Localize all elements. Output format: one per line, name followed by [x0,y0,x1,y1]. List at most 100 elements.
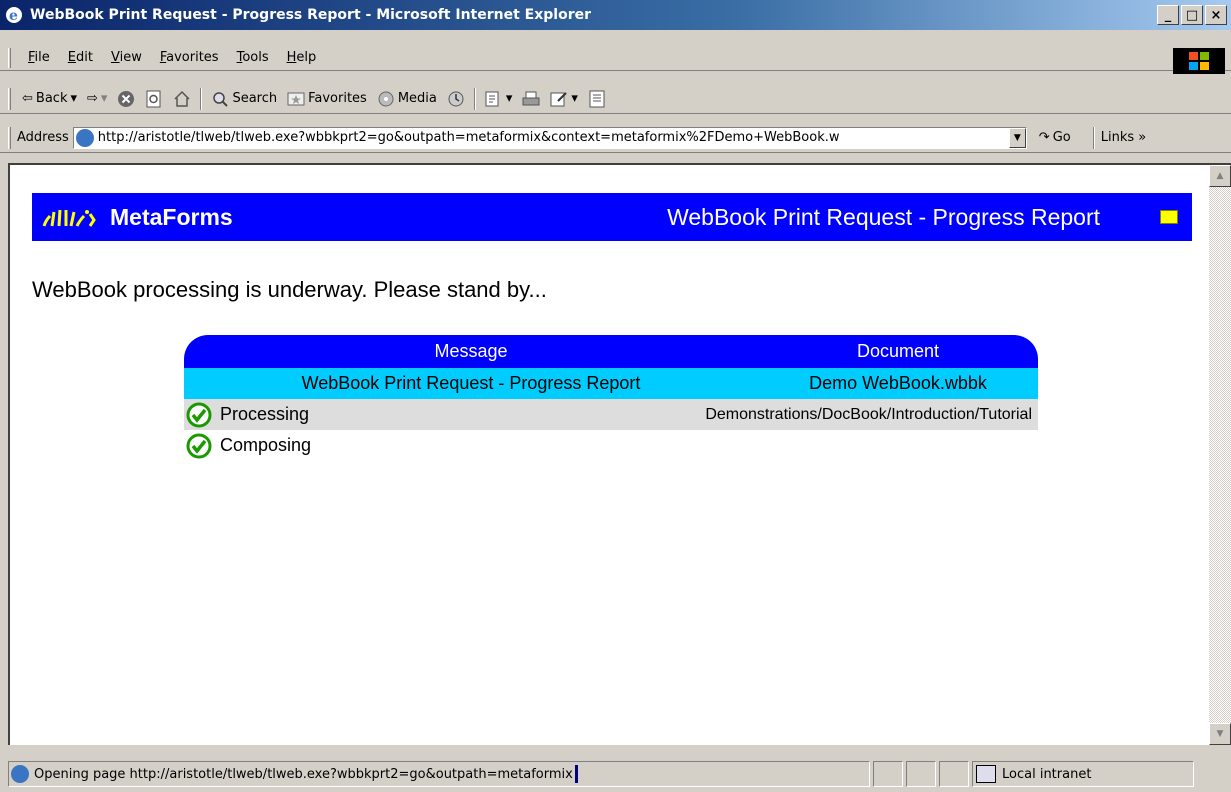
print-icon [522,91,540,105]
history-button[interactable] [442,86,470,112]
window-title: WebBook Print Request - Progress Report … [30,7,591,23]
forward-dropdown-icon[interactable]: ▾ [101,91,108,106]
address-bar: Address http://aristotle/tlweb/tlweb.exe… [0,123,1231,153]
discuss-button[interactable] [583,86,611,112]
window-controls: _ □ × [1157,5,1227,25]
menu-file[interactable]: File [19,50,59,65]
ie-logo-icon: e [6,7,22,24]
row-document: Demonstrations/DocBook/Introduction/Tuto… [705,405,1032,423]
print-button[interactable] [517,86,545,112]
stop-button[interactable] [112,86,140,112]
forward-button[interactable]: ⇨ ▾ [82,86,112,112]
page-banner: MetaForms WebBook Print Request - Progre… [32,193,1192,241]
back-label: Back [35,91,68,106]
toolbar-separator [473,87,476,110]
back-arrow-icon: ⇦ [22,91,33,106]
discuss-icon [589,90,605,107]
stop-icon [118,90,135,107]
table-row: Processing Demonstrations/DocBook/Introd… [184,399,1038,430]
scroll-track[interactable] [1209,187,1231,723]
security-zone-pane: Local intranet [972,761,1194,787]
progress-indicator [574,765,578,783]
intranet-icon [976,765,996,783]
header-document: Document [856,341,940,361]
folder-up-icon[interactable] [1160,210,1178,224]
table-title-row: WebBook Print Request - Progress Report … [184,368,1038,399]
address-dropdown-icon[interactable]: ▼ [1008,127,1026,148]
header-message: Message [434,341,508,361]
status-pane-empty [906,761,936,787]
search-icon [213,91,229,107]
menu-edit[interactable]: Edit [59,50,102,65]
links-separator [1092,126,1095,149]
go-button[interactable]: ↷ Go [1039,130,1071,145]
favorites-label: Favorites [308,91,367,106]
browser-viewport: MetaForms WebBook Print Request - Progre… [8,163,1231,745]
status-text-pane: Opening page http://aristotle/tlweb/tlwe… [8,761,870,787]
page-loading-icon [11,765,29,783]
home-button[interactable] [168,86,196,112]
toolbar-separator [200,87,203,110]
search-button[interactable]: Search [206,86,282,112]
mail-button[interactable]: ▾ [480,86,518,112]
svg-text:e: e [9,8,18,24]
toolbar-grip [8,87,11,110]
page-icon [75,128,94,147]
back-dropdown-icon[interactable]: ▾ [70,91,77,106]
table-row: Composing [184,430,1038,461]
menu-bar: File Edit View Favorites Tools Help [0,45,1231,74]
table-header: Message Document [184,335,1038,368]
links-button[interactable]: Links » [1101,130,1146,145]
banner-title: WebBook Print Request - Progress Report [667,203,1100,230]
status-pane-empty [939,761,969,787]
favorites-button[interactable]: Favorites [282,86,372,112]
vertical-scrollbar[interactable]: ▲ ▼ [1209,165,1231,745]
minimize-button[interactable]: _ [1157,5,1179,25]
menu-help[interactable]: Help [278,50,326,65]
title-row-document: Demo WebBook.wbbk [809,373,987,393]
refresh-icon [146,90,161,107]
menu-favorites[interactable]: Favorites [151,50,228,65]
address-input[interactable]: http://aristotle/tlweb/tlweb.exe?wbbkprt… [72,126,1027,149]
mail-icon [485,91,499,106]
status-pane-empty [873,761,903,787]
standby-message: WebBook processing is underway. Please s… [32,277,547,302]
progress-table: Message Document WebBook Print Request -… [184,335,1038,461]
media-icon [378,91,394,106]
go-label: Go [1052,130,1071,145]
menu-view[interactable]: View [102,50,151,65]
title-row-message: WebBook Print Request - Progress Report [301,373,641,393]
menu-grip [8,47,11,68]
scroll-down-icon[interactable]: ▼ [1209,723,1231,745]
back-button[interactable]: ⇦ Back ▾ [17,86,82,112]
edit-button[interactable]: ▾ [545,86,583,112]
title-bar: e WebBook Print Request - Progress Repor… [0,0,1231,30]
media-button[interactable]: Media [372,86,442,112]
edit-dropdown-icon[interactable]: ▾ [571,91,578,106]
refresh-button[interactable] [140,86,168,112]
zone-label: Local intranet [1002,766,1092,782]
forward-arrow-icon: ⇨ [87,91,98,106]
media-label: Media [397,91,437,106]
row-label: Composing [220,435,312,455]
go-arrow-icon: ↷ [1038,130,1050,145]
standard-toolbar: ⇦ Back ▾ ⇨ ▾ Search Favorites Media ▾ ▾ [0,84,1231,114]
history-icon [448,91,464,106]
close-button[interactable]: × [1205,5,1227,25]
metaforms-logo-text: MetaForms [110,203,233,230]
row-label: Processing [220,404,310,424]
status-bar: Opening page http://aristotle/tlweb/tlwe… [0,756,1231,792]
menu-tools[interactable]: Tools [228,50,278,65]
address-url[interactable]: http://aristotle/tlweb/tlweb.exe?wbbkprt… [98,130,1009,145]
checkmark-icon [186,433,212,458]
metaforms-logo-icon [42,209,96,227]
address-grip [8,126,11,149]
checkmark-icon [186,402,212,427]
mail-dropdown-icon[interactable]: ▾ [506,91,513,106]
address-label: Address [17,130,69,145]
maximize-button[interactable]: □ [1181,5,1203,25]
scroll-up-icon[interactable]: ▲ [1209,165,1231,187]
status-text: Opening page http://aristotle/tlweb/tlwe… [34,766,573,782]
edit-icon [550,91,568,106]
search-label: Search [232,91,278,106]
